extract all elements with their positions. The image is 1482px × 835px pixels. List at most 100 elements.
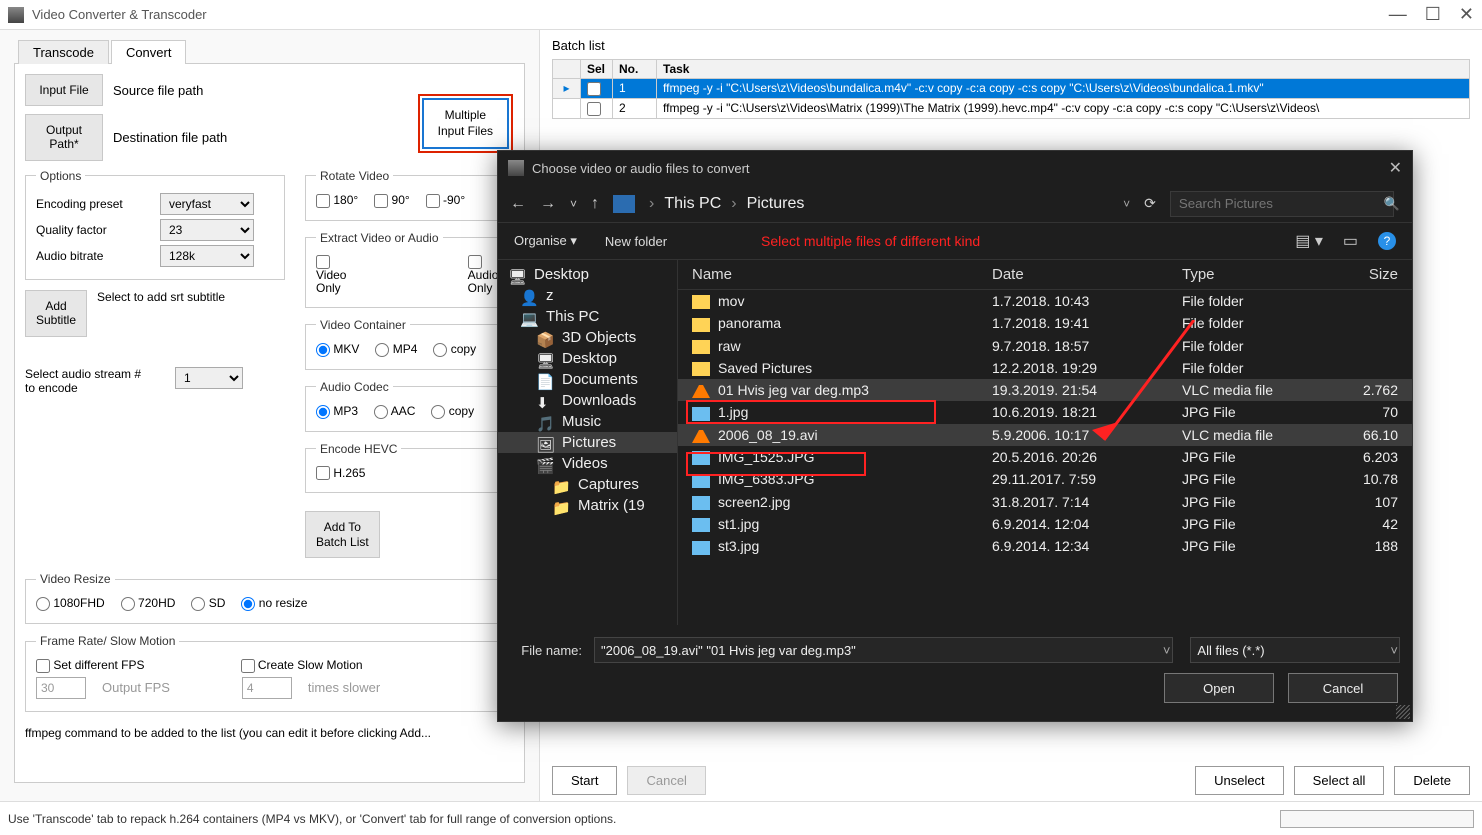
file-row[interactable]: st3.jpg6.9.2014. 12:34JPG File188 (678, 535, 1412, 557)
organise-button[interactable]: Organise ▾ (514, 233, 577, 249)
file-row[interactable]: 01 Hvis jeg var deg.mp319.3.2019. 21:54V… (678, 379, 1412, 401)
file-name: st3.jpg (692, 538, 992, 554)
fps-input[interactable] (36, 677, 86, 699)
video-only-checkbox[interactable] (316, 255, 330, 269)
tree-item-desktop[interactable]: 🖥Desktop (498, 264, 677, 285)
container-mp4-radio[interactable] (375, 343, 389, 357)
file-row[interactable]: mov1.7.2018. 10:43File folder (678, 290, 1412, 312)
rotate-180-checkbox[interactable] (316, 194, 330, 208)
rotate-neg90-checkbox[interactable] (426, 194, 440, 208)
input-file-button[interactable]: Input File (25, 74, 103, 106)
new-folder-button[interactable]: New folder (605, 234, 667, 249)
col-date[interactable]: Date (992, 266, 1182, 283)
file-row[interactable]: raw9.7.2018. 18:57File folder (678, 335, 1412, 357)
tree-item-desktop[interactable]: 🖥Desktop (498, 348, 677, 369)
unselect-button[interactable]: Unselect (1195, 766, 1284, 795)
dialog-cancel-button[interactable]: Cancel (1288, 673, 1398, 703)
close-button[interactable]: ✕ (1459, 4, 1474, 25)
container-mkv-radio[interactable] (316, 343, 330, 357)
set-fps-checkbox[interactable] (36, 659, 50, 673)
up-button[interactable]: ↑ (591, 195, 599, 213)
filename-input[interactable] (594, 637, 1173, 663)
dialog-open-button[interactable]: Open (1164, 673, 1274, 703)
breadcrumb[interactable]: › This PC › Pictures (649, 195, 804, 213)
tree-item-captures[interactable]: 📁Captures (498, 474, 677, 495)
container-copy-radio[interactable] (433, 343, 447, 357)
help-icon[interactable]: ? (1378, 232, 1396, 250)
batch-row-checkbox[interactable] (587, 102, 601, 116)
col-name[interactable]: Name (692, 266, 992, 283)
file-row[interactable]: Saved Pictures12.2.2018. 19:29File folde… (678, 357, 1412, 379)
tree-item-this-pc[interactable]: 💻This PC (498, 306, 677, 327)
file-row[interactable]: screen2.jpg31.8.2017. 7:14JPG File107 (678, 491, 1412, 513)
resize-none-radio[interactable] (241, 597, 255, 611)
cancel-batch-button[interactable]: Cancel (627, 766, 705, 795)
col-size[interactable]: Size (1352, 266, 1398, 283)
acodec-aac-radio[interactable] (374, 405, 388, 419)
add-to-batch-button[interactable]: Add To Batch List (305, 511, 380, 558)
audio-only-checkbox[interactable] (468, 255, 482, 269)
delete-button[interactable]: Delete (1394, 766, 1470, 795)
folder-icon: 🎵 (536, 415, 554, 429)
start-button[interactable]: Start (552, 766, 617, 795)
filetype-select[interactable] (1190, 637, 1400, 663)
breadcrumb-thispc[interactable]: This PC (664, 195, 721, 213)
resize-sd-radio[interactable] (191, 597, 205, 611)
filename-dropdown-icon[interactable]: ˅ (1163, 643, 1171, 658)
minimize-button[interactable]: — (1389, 4, 1407, 25)
file-row[interactable]: 2006_08_19.avi5.9.2006. 10:17VLC media f… (678, 424, 1412, 446)
add-subtitle-button[interactable]: Add Subtitle (25, 290, 87, 337)
hevc-checkbox[interactable] (316, 466, 330, 480)
audio-stream-select[interactable]: 1 (175, 367, 243, 389)
resize-grip[interactable] (1396, 705, 1410, 719)
forward-button[interactable]: → (540, 195, 556, 213)
file-row[interactable]: IMG_6383.JPG29.11.2017. 7:59JPG File10.7… (678, 468, 1412, 490)
file-row[interactable]: 1.jpg10.6.2019. 18:21JPG File70 (678, 401, 1412, 423)
tree-item-music[interactable]: 🎵Music (498, 411, 677, 432)
dialog-search-input[interactable] (1170, 191, 1394, 217)
rotate-90-checkbox[interactable] (374, 194, 388, 208)
batch-row[interactable]: 2 ffmpeg -y -i "C:\Users\z\Videos\Matrix… (553, 98, 1470, 118)
filetype-dropdown-icon[interactable]: ˅ (1390, 643, 1398, 658)
refresh-icon[interactable]: ⟳ (1144, 195, 1156, 212)
dialog-tree[interactable]: 🖥Desktop👤z💻This PC📦3D Objects🖥Desktop📄Do… (498, 260, 678, 625)
col-type[interactable]: Type (1182, 266, 1352, 283)
file-type: File folder (1182, 315, 1352, 331)
tree-item-downloads[interactable]: ⬇Downloads (498, 390, 677, 411)
resize-1080-radio[interactable] (36, 597, 50, 611)
resize-720-radio[interactable] (121, 597, 135, 611)
batch-row-checkbox[interactable] (587, 82, 601, 96)
recent-dropdown-icon[interactable]: ˅ (570, 197, 577, 211)
encoding-preset-select[interactable]: veryfast (160, 193, 254, 215)
audio-bitrate-select[interactable]: 128k (160, 245, 254, 267)
tree-item-3d-objects[interactable]: 📦3D Objects (498, 327, 677, 348)
slow-motion-checkbox[interactable] (241, 659, 255, 673)
breadcrumb-pictures[interactable]: Pictures (747, 195, 805, 213)
dialog-close-button[interactable]: ✕ (1389, 158, 1402, 178)
back-button[interactable]: ← (510, 195, 526, 213)
tree-item-videos[interactable]: 🎬Videos (498, 453, 677, 474)
maximize-button[interactable]: ☐ (1425, 4, 1441, 25)
acodec-mp3-radio[interactable] (316, 405, 330, 419)
acodec-copy-radio[interactable] (431, 405, 445, 419)
slow-factor-input[interactable] (242, 677, 292, 699)
quality-factor-select[interactable]: 23 (160, 219, 254, 241)
tree-item-pictures[interactable]: 🖼Pictures (498, 432, 677, 453)
tab-convert[interactable]: Convert (111, 40, 187, 64)
select-all-button[interactable]: Select all (1294, 766, 1385, 795)
file-row[interactable]: st1.jpg6.9.2014. 12:04JPG File42 (678, 513, 1412, 535)
file-type: JPG File (1182, 538, 1352, 554)
tree-item-matrix-19[interactable]: 📁Matrix (19 (498, 495, 677, 516)
file-row[interactable]: panorama1.7.2018. 19:41File folder (678, 312, 1412, 334)
view-layout-icon[interactable]: ▤ ▾ (1295, 231, 1323, 251)
file-row[interactable]: IMG_1525.JPG20.5.2016. 20:26JPG File6.20… (678, 446, 1412, 468)
address-dropdown-icon[interactable]: ˅ (1123, 197, 1130, 211)
tree-item-z[interactable]: 👤z (498, 285, 677, 306)
tab-transcode[interactable]: Transcode (18, 40, 109, 64)
preview-pane-icon[interactable]: ▭ (1343, 231, 1358, 251)
hevc-fieldset: Encode HEVC H.265 (305, 442, 514, 494)
batch-row[interactable]: ▸ 1 ffmpeg -y -i "C:\Users\z\Videos\bund… (553, 79, 1470, 99)
tree-item-documents[interactable]: 📄Documents (498, 369, 677, 390)
multiple-input-files-button[interactable]: Multiple Input Files (422, 98, 509, 149)
output-path-button[interactable]: Output Path* (25, 114, 103, 161)
